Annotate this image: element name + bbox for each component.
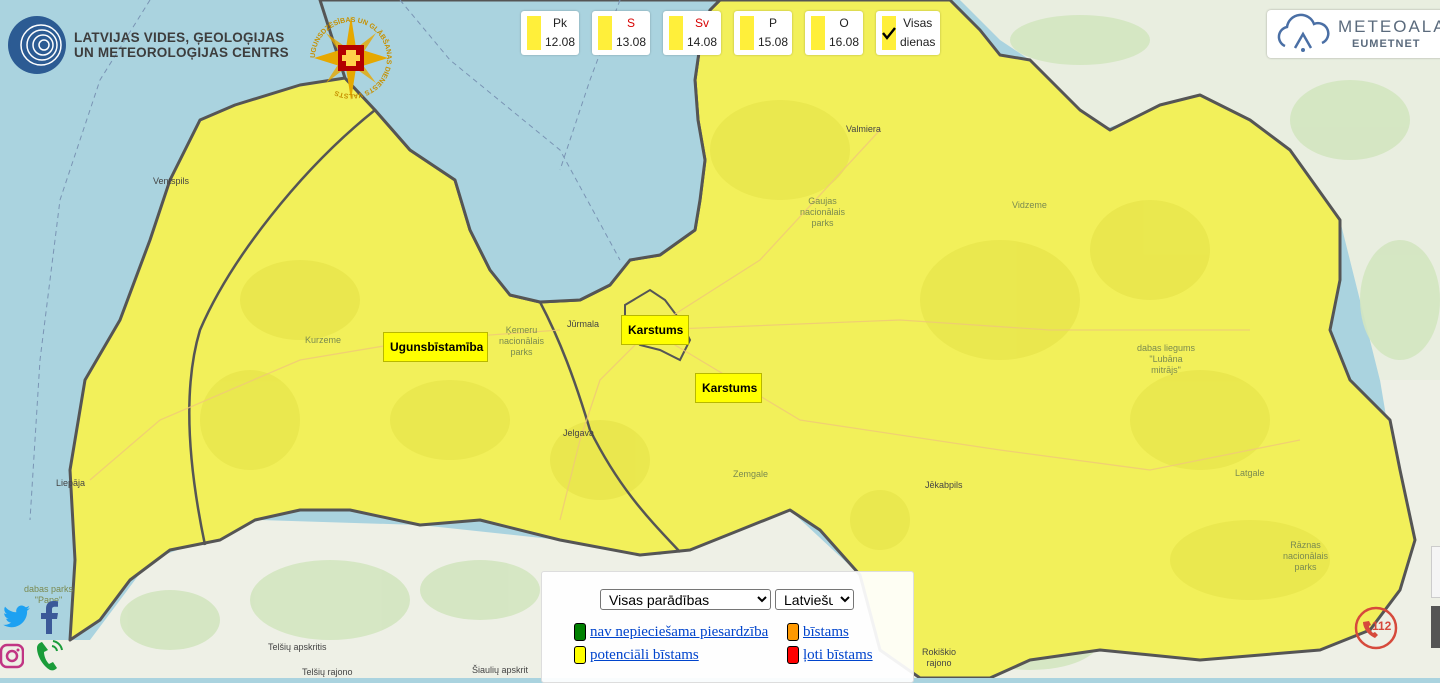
day-warning-bar [598, 16, 612, 50]
label-latgale: Latgale [1235, 468, 1265, 478]
lvgmc-logo[interactable]: LATVIJAS VIDES, ĢEOLOĢIJAS UN METEOROLOĢ… [8, 16, 289, 74]
day-warning-bar [527, 16, 541, 50]
day-button-4[interactable]: P 15.08 [734, 11, 792, 55]
label-jelgava: Jelgava [563, 428, 595, 438]
legend-yellow-link[interactable]: potenciāli bīstams [590, 647, 699, 664]
day-date: 12.08 [544, 35, 575, 49]
meteoalarm-title: METEOALA [1338, 17, 1440, 36]
warning-fire-danger[interactable]: Ugunsbīstamība [383, 332, 488, 362]
day-warning-bar [882, 16, 896, 50]
phone-icon[interactable] [34, 638, 64, 674]
day-button-5[interactable]: O 16.08 [805, 11, 863, 55]
lvgmc-logo-icon [8, 16, 66, 74]
day-weekday: O [839, 16, 849, 30]
day-selector: Pk 12.08 S 13.08 Sv 14.08 P 15.08 O 16.08 Vis… [521, 11, 953, 55]
legend-yellow-swatch [574, 646, 586, 664]
legend-green-link[interactable]: nav nepieciešama piesardzība [590, 624, 768, 641]
warning-heat-region[interactable]: Karstums [695, 373, 762, 403]
label-rokiskio: Rokiškio rajono [922, 647, 957, 668]
legend-panel: Visas parādības Latviešu nav nepieciešam… [541, 571, 914, 683]
day-weekday: Sv [694, 16, 709, 30]
meteoalarm-subtitle: EUMETNET [1352, 38, 1421, 50]
vugd-emblem-icon: UGUNSDZĒSĪBAS UN GLĀBŠANAS DIENESTS VALS… [310, 16, 392, 100]
label-telsiai: Telšių apskritis [268, 642, 327, 652]
language-select[interactable]: Latviešu [775, 589, 854, 610]
legend-orange-link[interactable]: bīstams [803, 624, 849, 641]
label-liepaja: Liepāja [56, 478, 86, 488]
label-gauja: Gaujas nacionālais parks [800, 196, 846, 228]
day-weekday: Pk [552, 16, 567, 30]
checkmark-icon [882, 27, 896, 40]
label-ventspils: Ventspils [153, 176, 190, 186]
day-button-3[interactable]: Sv 14.08 [663, 11, 721, 55]
label-vidzeme: Vidzeme [1012, 200, 1047, 210]
legend-red-link[interactable]: ļoti bīstams [803, 647, 873, 664]
scrollbar-handle[interactable] [1431, 606, 1440, 648]
legend-red-swatch [787, 646, 799, 664]
day-date: 13.08 [615, 35, 646, 49]
meteoalarm-logo[interactable]: METEOALA EUMETNET [1267, 10, 1440, 58]
org-name-line1: LATVIJAS VIDES, ĢEOLOĢIJAS [74, 30, 285, 45]
instagram-icon[interactable] [0, 642, 24, 672]
day-warning-bar [811, 16, 825, 50]
day-weekday: S [626, 16, 635, 30]
label-lubana: dabas liegums "Lubāna mitrājs" [1137, 343, 1196, 375]
emergency-number: 112 [1372, 619, 1392, 633]
all-days-line1: Visas [903, 16, 933, 30]
label-telsiai-r: Telšių rajono [302, 667, 353, 677]
label-kemeri: Ķemeru nacionālais parks [499, 325, 545, 357]
vugd-emblem[interactable]: UGUNSDZĒSĪBAS UN GLĀBŠANAS DIENESTS VALS… [306, 8, 396, 108]
label-kurzeme: Kurzeme [305, 335, 342, 345]
label-siauliai: Šiaulių apskrit [472, 665, 529, 675]
twitter-icon[interactable] [0, 603, 32, 633]
day-date: 15.08 [757, 35, 788, 49]
label-razna: Rāznas nacionālais parks [1283, 540, 1329, 572]
legend-green-swatch [574, 623, 586, 641]
day-button-1[interactable]: Pk 12.08 [521, 11, 579, 55]
label-valmiera: Valmiera [846, 124, 881, 134]
all-days-button[interactable]: Visas dienas [876, 11, 940, 55]
legend-orange-swatch [787, 623, 799, 641]
label-jurmala: Jūrmala [567, 319, 600, 329]
day-date: 14.08 [686, 35, 717, 49]
day-warning-bar [740, 16, 754, 50]
phenomena-select[interactable]: Visas parādības [600, 589, 771, 610]
day-button-2[interactable]: S 13.08 [592, 11, 650, 55]
meteoalarm-cloud-icon [1277, 13, 1330, 52]
day-warning-bar [669, 16, 683, 50]
org-name-line2: UN METEOROLOĢIJAS CENTRS [74, 45, 289, 60]
emergency-112-button[interactable]: 112 [1353, 605, 1399, 651]
warning-heat-riga[interactable]: Karstums [621, 315, 689, 345]
day-date: 16.08 [828, 35, 859, 49]
scrollbar-thumb[interactable] [1431, 546, 1440, 598]
facebook-icon[interactable] [38, 600, 60, 634]
day-weekday: P [768, 16, 777, 30]
all-days-line2: dienas [900, 35, 936, 49]
label-zemgale: Zemgale [733, 469, 769, 479]
label-jekabpils: Jēkabpils [925, 480, 963, 490]
